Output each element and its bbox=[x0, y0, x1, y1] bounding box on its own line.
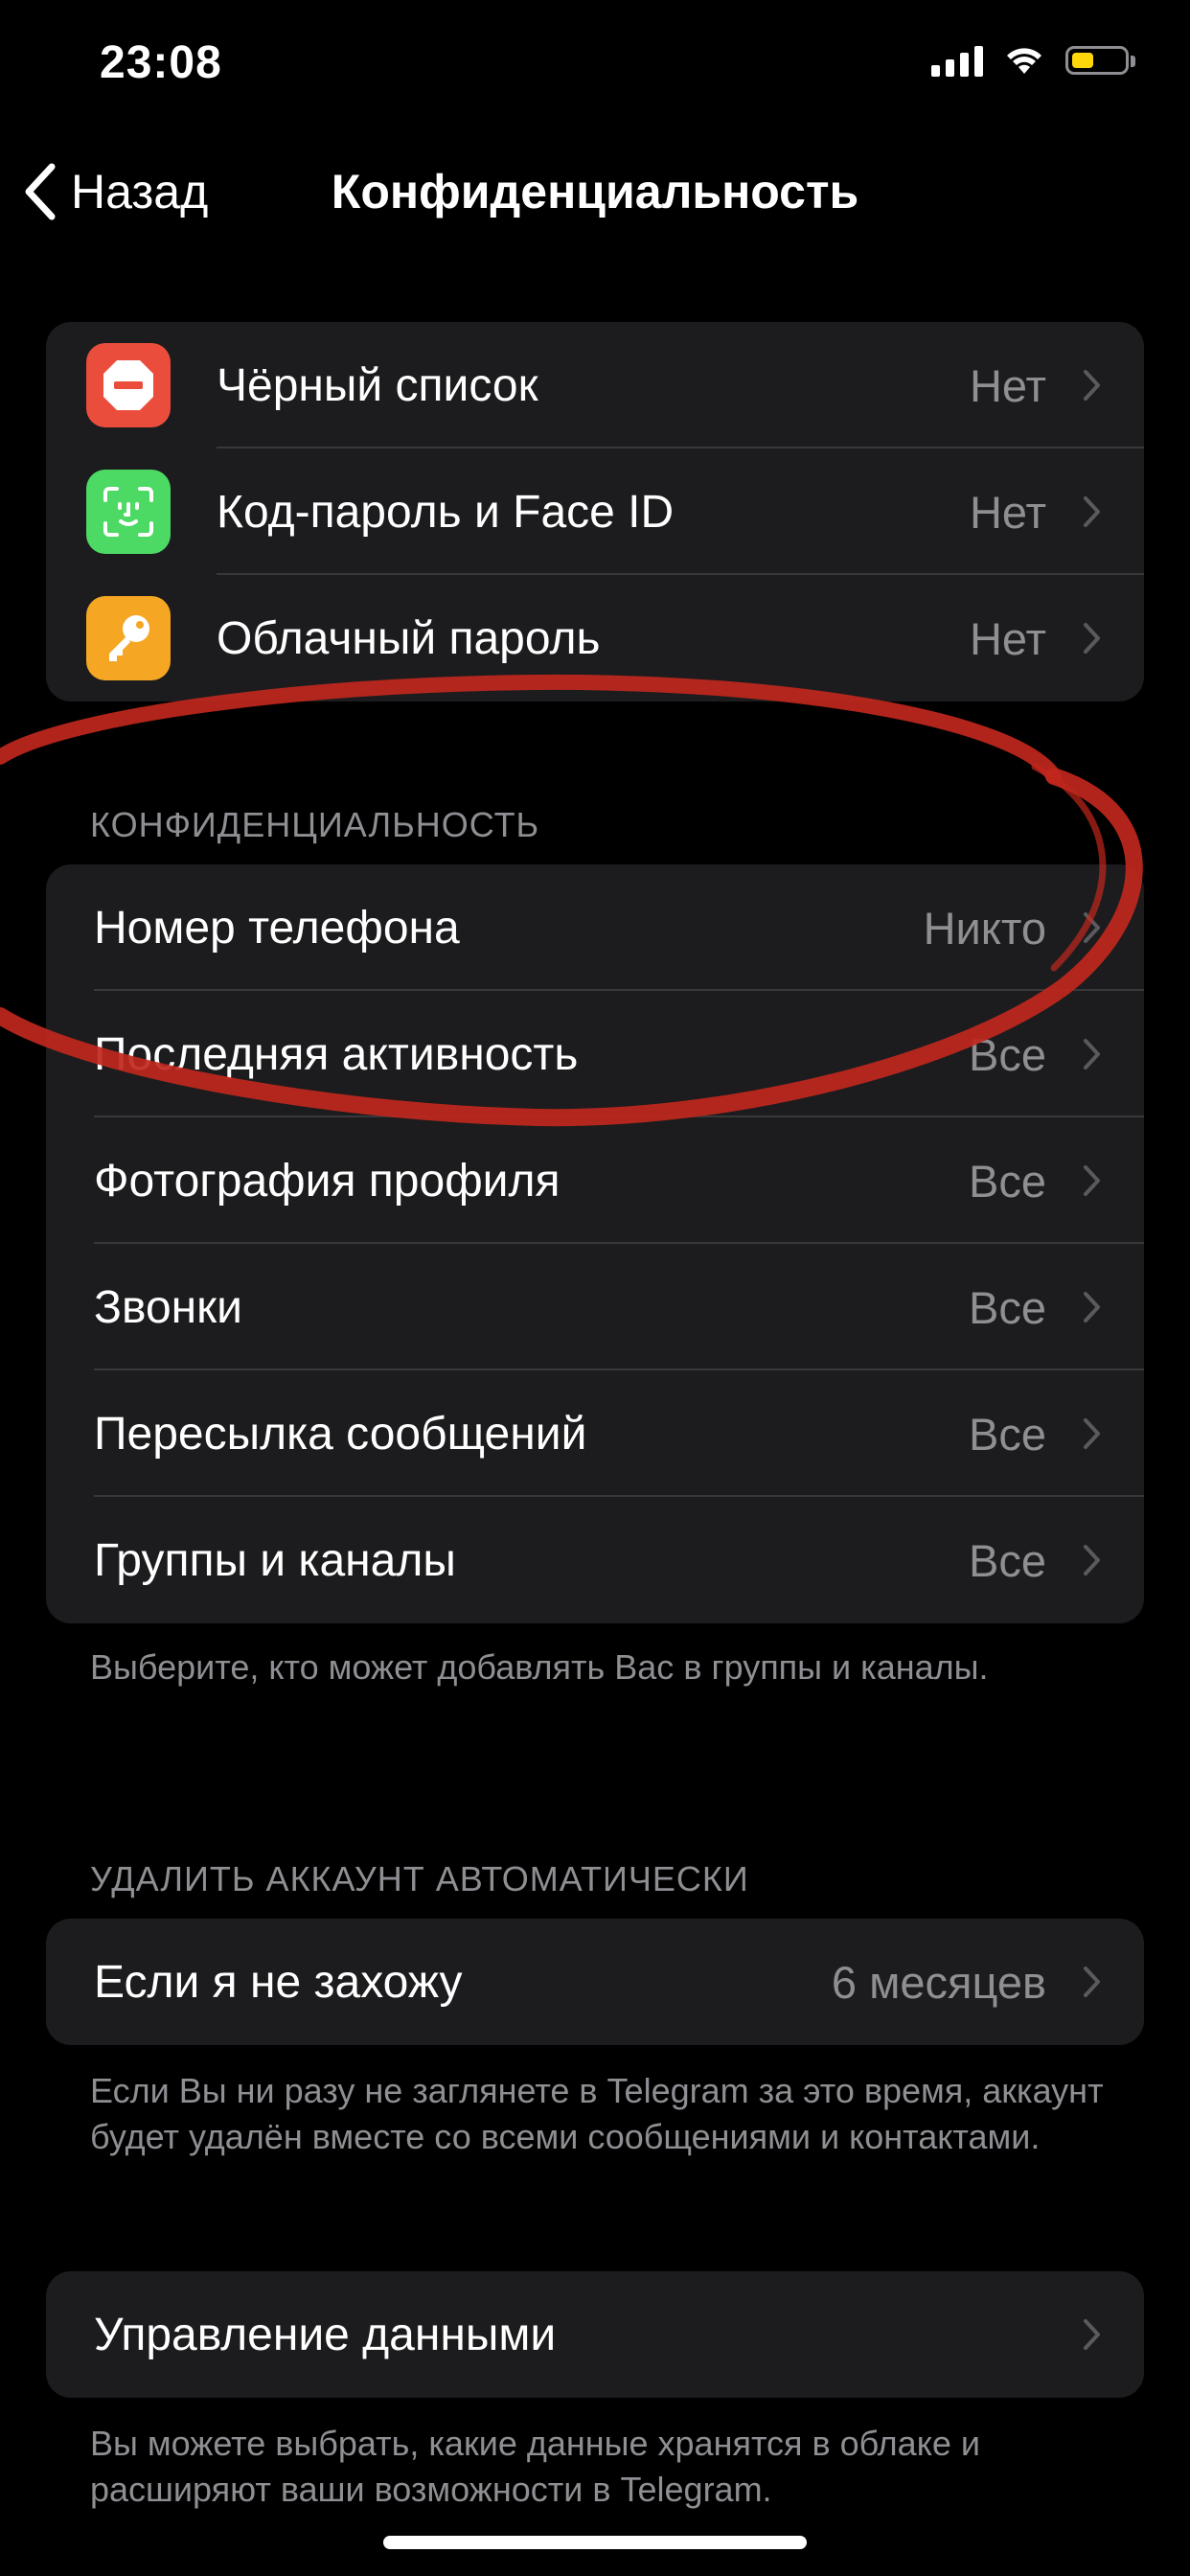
row-label: Последняя активность bbox=[94, 1028, 579, 1080]
chevron-left-icon bbox=[25, 163, 56, 220]
row-label: Код-пароль и Face ID bbox=[217, 486, 675, 538]
row-value: Нет bbox=[969, 486, 1046, 538]
row-value: Все bbox=[969, 1281, 1046, 1333]
row-label: Облачный пароль bbox=[217, 612, 601, 664]
battery-level bbox=[1072, 53, 1093, 68]
row-label: Чёрный список bbox=[217, 359, 538, 411]
row-label: Пересылка сообщений bbox=[94, 1408, 587, 1460]
chevron-right-icon bbox=[1084, 623, 1100, 654]
status-time: 23:08 bbox=[100, 37, 222, 88]
row-value: Нет bbox=[969, 359, 1046, 411]
chevron-right-icon bbox=[1084, 2319, 1100, 2350]
key-icon bbox=[86, 596, 171, 680]
chevron-right-icon bbox=[1084, 1039, 1100, 1070]
row-value: 6 месяцев bbox=[831, 1956, 1046, 2008]
chevron-right-icon bbox=[1084, 496, 1100, 527]
privacy-group: Номер телефона Никто Последняя активност… bbox=[46, 864, 1144, 1623]
security-group: Чёрный список Нет Код-пароль и Face ID Н… bbox=[46, 322, 1144, 702]
row-cloud-password[interactable]: Облачный пароль Нет bbox=[46, 575, 1144, 702]
data-management-footer: Вы можете выбрать, какие данные хранятся… bbox=[90, 2424, 980, 2509]
row-value: Все bbox=[969, 1028, 1046, 1080]
chevron-right-icon bbox=[1084, 1418, 1100, 1449]
row-value: Нет bbox=[969, 612, 1046, 664]
row-forwarded-messages[interactable]: Пересылка сообщений Все bbox=[46, 1370, 1144, 1497]
chevron-right-icon bbox=[1084, 912, 1100, 943]
data-management-group: Управление данными bbox=[46, 2271, 1144, 2398]
privacy-footer: Выберите, кто может добавлять Вас в груп… bbox=[90, 1647, 989, 1687]
row-calls[interactable]: Звонки Все bbox=[46, 1244, 1144, 1370]
row-value: Никто bbox=[923, 902, 1046, 954]
row-label: Управление данными bbox=[94, 2309, 557, 2360]
wifi-icon bbox=[1007, 48, 1041, 74]
row-label: Номер телефона bbox=[94, 902, 460, 954]
delete-account-group: Если я не захожу 6 месяцев bbox=[46, 1919, 1144, 2045]
face-id-icon bbox=[86, 470, 171, 554]
row-label: Если я не захожу bbox=[94, 1956, 463, 2008]
row-if-away-for[interactable]: Если я не захожу 6 месяцев bbox=[46, 1919, 1144, 2045]
back-button[interactable]: Назад bbox=[21, 153, 208, 230]
home-indicator[interactable] bbox=[383, 2536, 807, 2549]
row-phone-number[interactable]: Номер телефона Никто bbox=[46, 864, 1144, 991]
row-value: Все bbox=[969, 1155, 1046, 1207]
battery-icon bbox=[1065, 46, 1135, 75]
signal-bars-icon bbox=[931, 44, 983, 77]
back-label: Назад bbox=[71, 165, 209, 218]
row-last-seen[interactable]: Последняя активность Все bbox=[46, 991, 1144, 1117]
chevron-right-icon bbox=[1084, 1545, 1100, 1576]
row-label: Звонки bbox=[94, 1281, 242, 1333]
chevron-right-icon bbox=[1084, 1165, 1100, 1196]
chevron-right-icon bbox=[1084, 1292, 1100, 1322]
blocked-icon bbox=[86, 343, 171, 427]
row-blocked-users[interactable]: Чёрный список Нет bbox=[46, 322, 1144, 448]
row-value: Все bbox=[969, 1534, 1046, 1586]
row-label: Группы и каналы bbox=[94, 1534, 456, 1586]
row-profile-photo[interactable]: Фотография профиля Все bbox=[46, 1117, 1144, 1244]
status-icons bbox=[931, 44, 1135, 77]
delete-account-footer: Если Вы ни разу не заглянете в Telegram … bbox=[90, 2071, 1104, 2156]
section-header-delete-account: УДАЛИТЬ АККАУНТ АВТОМАТИЧЕСКИ bbox=[90, 1859, 749, 1898]
row-data-management[interactable]: Управление данными bbox=[46, 2271, 1144, 2398]
section-header-privacy: КОНФИДЕНЦИАЛЬНОСТЬ bbox=[90, 805, 540, 844]
row-passcode-face-id[interactable]: Код-пароль и Face ID Нет bbox=[46, 448, 1144, 575]
row-groups-channels[interactable]: Группы и каналы Все bbox=[46, 1497, 1144, 1623]
chevron-right-icon bbox=[1084, 370, 1100, 401]
row-label: Фотография профиля bbox=[94, 1155, 561, 1207]
status-bar: 23:08 bbox=[0, 0, 1190, 134]
chevron-right-icon bbox=[1084, 1966, 1100, 1997]
row-value: Все bbox=[969, 1408, 1046, 1460]
